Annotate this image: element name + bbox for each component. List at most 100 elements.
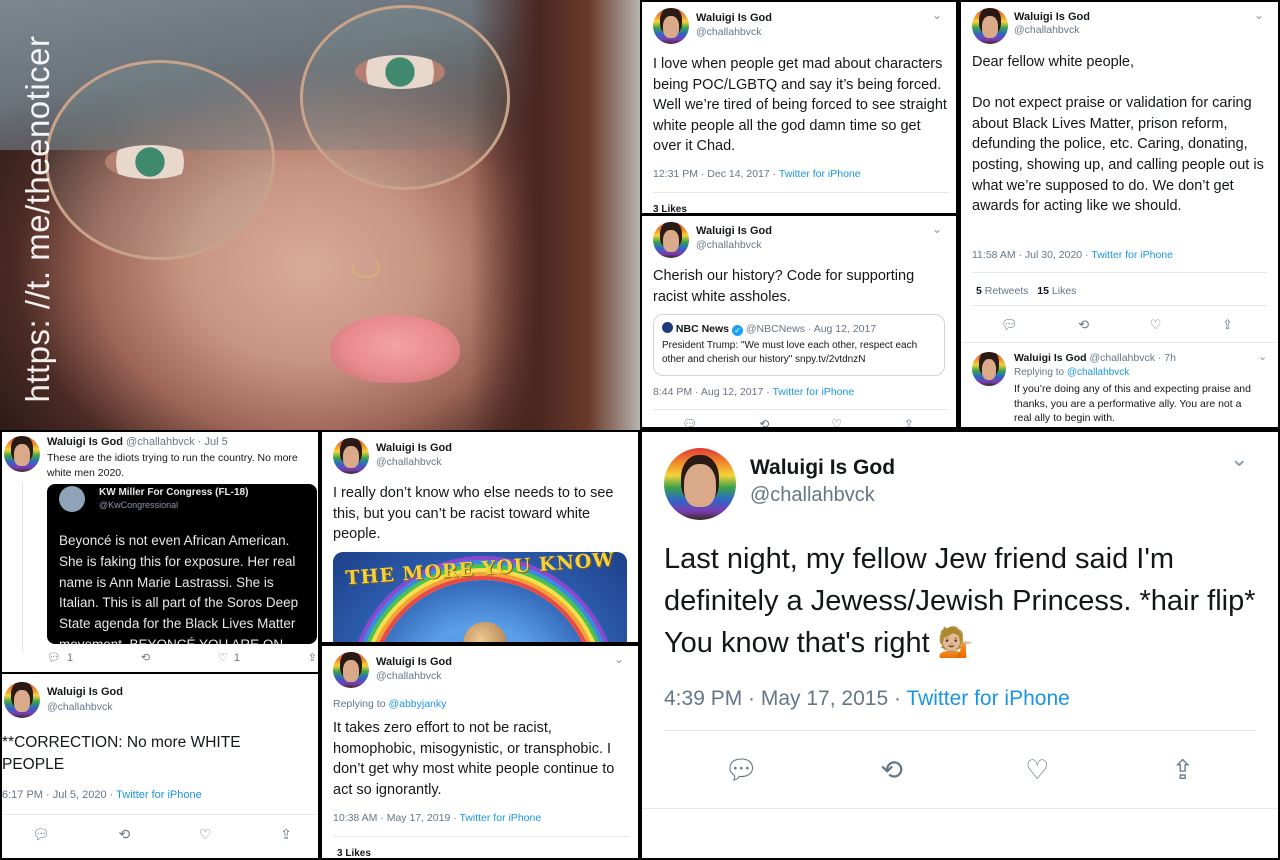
- display-name[interactable]: Waluigi Is God: [376, 442, 452, 454]
- replying-to-link[interactable]: @challahbvck: [1067, 367, 1129, 378]
- like-icon[interactable]: ♡: [1150, 317, 1162, 333]
- chevron-down-icon[interactable]: ⌄: [932, 222, 942, 236]
- avatar[interactable]: [333, 652, 369, 688]
- likes-count[interactable]: 3 Likes: [337, 848, 371, 858]
- selfie-photo: https: //t. me/theenoticer: [0, 0, 640, 430]
- source-link[interactable]: Twitter for iPhone: [779, 168, 861, 180]
- like-icon[interactable]: ♡: [199, 826, 212, 843]
- reply-icon[interactable]: 💬︎: [724, 754, 758, 786]
- display-name[interactable]: Waluigi Is God: [376, 656, 452, 668]
- reply-icon[interactable]: 💬︎: [32, 826, 50, 843]
- tweet-text: I really don’t know who else needs to to…: [333, 485, 614, 542]
- avatar[interactable]: [653, 222, 689, 258]
- display-name[interactable]: Waluigi Is God: [1014, 352, 1087, 364]
- avatar[interactable]: [972, 8, 1008, 44]
- source-link[interactable]: Twitter for iPhone: [116, 789, 202, 801]
- source-link[interactable]: Twitter for iPhone: [906, 687, 1069, 710]
- handle[interactable]: @challahbvck: [47, 701, 113, 713]
- share-icon[interactable]: ⇪: [308, 651, 317, 664]
- divider: [2, 814, 318, 815]
- display-name[interactable]: Waluigi Is God: [1014, 11, 1090, 23]
- tweet-meta: 10:38 AM · May 17, 2019 · Twitter for iP…: [333, 812, 541, 824]
- tweet-text: **CORRECTION: No more WHITE PEOPLE: [2, 734, 241, 773]
- tweet-card-8[interactable]: Waluigi Is God @challahbvck ⌄ Last night…: [642, 432, 1278, 858]
- handle[interactable]: @challahbvck: [1014, 24, 1080, 36]
- retweet-icon[interactable]: ⟲: [880, 754, 903, 786]
- like-button[interactable]: ♡ 1: [218, 651, 240, 665]
- avatar: [59, 486, 85, 512]
- right-eye: [355, 55, 445, 89]
- avatar[interactable]: [333, 438, 369, 474]
- like-icon[interactable]: ♡: [1025, 754, 1049, 786]
- handle-time: @challahbvck · 7h: [1086, 352, 1176, 364]
- handle[interactable]: @challahbvck: [376, 670, 442, 682]
- avatar[interactable]: [972, 352, 1006, 386]
- retweet-icon[interactable]: ⟲: [1078, 317, 1089, 333]
- quoted-name[interactable]: NBC News: [676, 323, 729, 335]
- tweet-text: I love when people get mad about charact…: [653, 56, 947, 154]
- display-name[interactable]: Waluigi Is God: [750, 456, 895, 480]
- display-name[interactable]: Waluigi Is God: [47, 436, 123, 448]
- action-bar: 💬︎ ⟲ ♡ ⇪: [1001, 317, 1233, 333]
- source-link[interactable]: Twitter for iPhone: [1091, 249, 1173, 261]
- the-more-you-know-image[interactable]: THE MORE YOU KNOW: [333, 552, 627, 642]
- reply-icon[interactable]: 💬︎: [1001, 317, 1018, 333]
- share-icon[interactable]: ⇪: [1171, 754, 1194, 786]
- like-icon[interactable]: ♡: [831, 417, 842, 427]
- replying-to: Replying to @abbyjanky: [333, 698, 447, 710]
- tweet-card-6[interactable]: Waluigi Is God @challahbvck I really don…: [322, 432, 638, 642]
- tweet-card-1[interactable]: Waluigi Is God @challahbvck ⌄ I love whe…: [642, 2, 956, 213]
- tweet-meta: 6:17 PM · Jul 5, 2020 · Twitter for iPho…: [2, 789, 202, 801]
- quoted-handle: @NBCNews · Aug 12, 2017: [745, 323, 877, 335]
- reply-header: Waluigi Is God @challahbvck · 7h: [1014, 352, 1176, 364]
- tweet-card-7[interactable]: Waluigi Is God @challahbvck ⌄ Replying t…: [322, 646, 638, 858]
- likes-count[interactable]: 3 Likes: [653, 204, 687, 213]
- reply-button[interactable]: 💬︎ 1: [47, 651, 73, 665]
- display-name[interactable]: Waluigi Is God: [47, 686, 123, 698]
- retweet-icon[interactable]: ⟲: [759, 417, 769, 427]
- handle[interactable]: @challahbvck: [696, 239, 762, 251]
- tweet-card-5[interactable]: Waluigi Is God @challahbvck **CORRECTION…: [2, 674, 318, 858]
- embedded-screenshot[interactable]: KW Miller For Congress (FL-18) @KwCongre…: [47, 484, 317, 644]
- quoted-header: NBC News ✓ @NBCNews · Aug 12, 2017: [662, 322, 876, 336]
- avatar[interactable]: [4, 436, 40, 472]
- tweet-card-2[interactable]: Waluigi Is God @challahbvck ⌄ Dear fello…: [961, 2, 1278, 427]
- source-link[interactable]: Twitter for iPhone: [459, 812, 541, 824]
- chevron-down-icon[interactable]: ⌄: [932, 8, 942, 22]
- tweet-text: Last night, my fellow Jew friend said I'…: [664, 543, 1256, 659]
- handle[interactable]: @challahbvck: [696, 26, 762, 38]
- replying-to-link[interactable]: @abbyjanky: [388, 698, 446, 710]
- quoted-tweet[interactable]: NBC News ✓ @NBCNews · Aug 12, 2017 Presi…: [653, 314, 945, 376]
- nose-ring: [352, 258, 380, 278]
- chevron-down-icon[interactable]: ⌄: [614, 652, 624, 666]
- share-icon[interactable]: ⇪: [904, 417, 914, 427]
- tweet-meta: 11:58 AM · Jul 30, 2020 · Twitter for iP…: [972, 249, 1173, 261]
- timestamp: 4:39 PM · May 17, 2015 ·: [664, 687, 907, 710]
- retweet-icon[interactable]: ⟲: [119, 826, 131, 843]
- timestamp: 11:58 AM · Jul 30, 2020 ·: [972, 249, 1092, 261]
- tweet-header: Waluigi Is God @challahbvck · Jul 5: [47, 436, 228, 448]
- chevron-down-icon[interactable]: ⌄: [1254, 8, 1264, 22]
- share-icon[interactable]: ⇪: [280, 826, 292, 843]
- engagement-stats[interactable]: 5 Retweets 15 Likes: [976, 285, 1076, 297]
- action-bar: 💬︎ 1 ⟲ ♡ 1 ⇪: [47, 651, 317, 665]
- share-icon[interactable]: ⇪: [1222, 317, 1233, 333]
- divider: [972, 305, 1267, 306]
- tweet-card-3[interactable]: Waluigi Is God @challahbvck ⌄ Cherish ou…: [642, 216, 956, 427]
- chevron-down-icon[interactable]: ⌄: [1258, 350, 1267, 363]
- avatar[interactable]: [664, 448, 736, 520]
- tweet-text: These are the idiots trying to run the c…: [47, 452, 298, 479]
- handle[interactable]: @challahbvck: [750, 484, 875, 507]
- handle[interactable]: @challahbvck: [376, 456, 442, 468]
- divider: [664, 730, 1256, 731]
- display-name[interactable]: Waluigi Is God: [696, 12, 772, 24]
- reply-icon[interactable]: 💬︎: [682, 417, 697, 427]
- avatar[interactable]: [4, 682, 40, 718]
- tweet-card-4[interactable]: Waluigi Is God @challahbvck · Jul 5 Thes…: [2, 432, 318, 672]
- avatar[interactable]: [653, 8, 689, 44]
- chevron-down-icon[interactable]: ⌄: [1230, 446, 1248, 472]
- retweet-icon[interactable]: ⟲: [141, 651, 150, 664]
- source-link[interactable]: Twitter for iPhone: [772, 386, 854, 398]
- display-name[interactable]: Waluigi Is God: [696, 225, 772, 237]
- divider: [653, 192, 949, 193]
